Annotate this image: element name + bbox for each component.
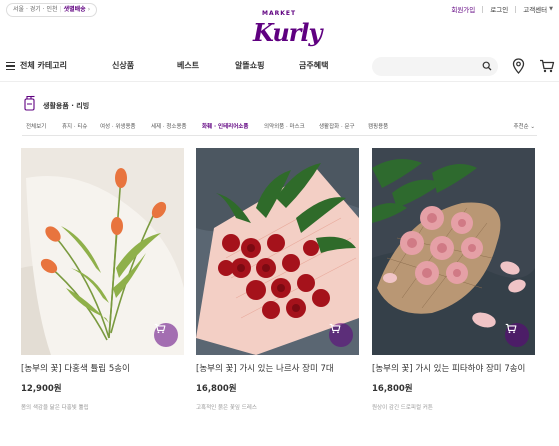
add-to-cart-button[interactable]: [329, 323, 353, 347]
product-name[interactable]: [농부의 꽃] 다홍색 튤립 5송이: [21, 363, 184, 375]
delivery-type: 샛별배송: [63, 6, 86, 13]
location-pin-icon[interactable]: [512, 58, 525, 74]
customer-center-link[interactable]: 고객센터: [523, 4, 547, 14]
cart-icon: [154, 323, 166, 334]
household-category-icon: [24, 95, 35, 111]
product-card[interactable]: [농부의 꽃] 가시 있는 피타하야 장미 7송이 16,800원 원상이 감긴…: [372, 148, 535, 411]
kurly-logo[interactable]: MARKET Kurly: [247, 9, 322, 51]
category-title: 생활용품 · 리빙: [43, 102, 90, 110]
subtab-quasi-drugs[interactable]: 의약외품 · 마스크: [264, 122, 305, 130]
subtab-flowers-interior[interactable]: 화훼 · 인테리어소품: [202, 122, 248, 130]
nav-new-products[interactable]: 신상품: [112, 60, 134, 71]
cart-icon: [329, 323, 341, 334]
product-price: 16,800원: [196, 384, 237, 394]
signup-link[interactable]: 회원가입: [451, 4, 475, 14]
nav-weekly-benefits[interactable]: 금주혜택: [299, 60, 328, 71]
product-card[interactable]: [농부의 꽃] 다홍색 튤립 5송이 12,900원 봄의 색감을 닮은 다홍빛…: [21, 148, 184, 411]
nav-best[interactable]: 베스트: [177, 60, 199, 71]
sort-label: 추천순: [513, 124, 529, 130]
top-links: 회원가입 로그인 고객센터 ▼: [451, 4, 553, 14]
delivery-info-badge[interactable]: 서울 · 경기 · 인천 | 샛별배송 ›: [6, 3, 98, 17]
chevron-right-icon: ›: [87, 6, 91, 13]
sort-dropdown[interactable]: 추천순 ⌄: [513, 122, 535, 130]
subtab-stationery[interactable]: 생활잡화 · 문구: [319, 122, 355, 130]
subtab-detergent[interactable]: 세제 · 청소용품: [151, 122, 187, 130]
add-to-cart-button[interactable]: [154, 323, 178, 347]
all-categories-button[interactable]: 전체 카테고리: [20, 60, 67, 71]
add-to-cart-button[interactable]: [505, 323, 529, 347]
hamburger-menu-icon[interactable]: [6, 62, 15, 70]
global-navigation: 전체 카테고리 신상품 베스트 알뜰쇼핑 금주혜택: [0, 56, 559, 78]
chevron-down-icon: ⌄: [530, 124, 535, 130]
nav-bargain[interactable]: 알뜰쇼핑: [235, 60, 264, 71]
cart-icon[interactable]: [539, 59, 555, 73]
login-link[interactable]: 로그인: [490, 4, 508, 14]
product-name[interactable]: [농부의 꽃] 가시 있는 피타하야 장미 7송이: [372, 363, 535, 375]
subtab-tissue[interactable]: 휴지 · 티슈: [62, 122, 88, 130]
orange-tulips-image[interactable]: [21, 148, 184, 355]
product-price: 16,800원: [372, 384, 413, 394]
product-description: 고혹적인 붉은 꽃잎 드레스: [196, 405, 257, 411]
delivery-regions: 서울 · 경기 · 인천: [13, 6, 58, 13]
product-card[interactable]: [농부의 꽃] 가시 있는 나르사 장미 7대 16,800원 고혹적인 붉은 …: [196, 148, 359, 411]
cart-icon: [505, 323, 517, 334]
caret-down-icon: ▼: [549, 6, 553, 12]
product-name[interactable]: [농부의 꽃] 가시 있는 나르사 장미 7대: [196, 363, 359, 375]
logo-brand-text: Kurly: [253, 18, 322, 47]
product-price: 12,900원: [21, 384, 62, 394]
product-description: 봄의 색감을 닮은 다홍빛 튤립: [21, 405, 89, 411]
red-roses-image[interactable]: [196, 148, 359, 355]
subtab-all[interactable]: 전체보기: [26, 122, 46, 130]
subcategory-tabs: 전체보기 휴지 · 티슈 여성 · 위생용품 세제 · 청소용품 화훼 · 인테…: [22, 120, 537, 136]
search-input[interactable]: [372, 57, 498, 76]
search-icon[interactable]: [482, 61, 492, 71]
subtab-hygiene[interactable]: 여성 · 위생용품: [100, 122, 136, 130]
subtab-camping[interactable]: 캠핑용품: [368, 122, 388, 130]
logo-market-text: MARKET: [262, 10, 297, 17]
pink-roses-image[interactable]: [372, 148, 535, 355]
product-description: 원상이 감긴 드로피컬 커튼: [372, 405, 433, 411]
